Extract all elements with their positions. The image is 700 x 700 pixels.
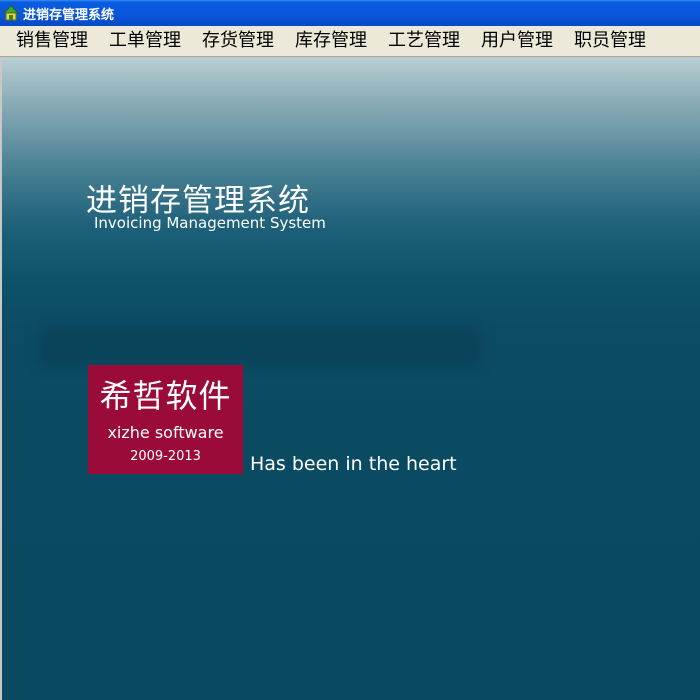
- menu-users[interactable]: 用户管理: [465, 26, 553, 56]
- decorative-shadow-band: [38, 325, 482, 365]
- home-icon: [3, 5, 19, 21]
- tagline: Has been in the heart: [250, 453, 457, 475]
- window-title: 进销存管理系统: [23, 7, 115, 23]
- menu-bar: 销售管理 工单管理 存货管理 库存管理 工艺管理 用户管理 职员管理: [0, 26, 700, 57]
- menu-inventory-items[interactable]: 存货管理: [186, 26, 274, 56]
- menu-stock[interactable]: 库存管理: [279, 26, 367, 56]
- menu-process[interactable]: 工艺管理: [372, 26, 460, 56]
- logo-english-name: xizhe software: [107, 423, 224, 442]
- logo-chinese-name: 希哲软件: [99, 377, 232, 415]
- title-bar[interactable]: 进销存管理系统: [0, 0, 700, 26]
- company-logo: 希哲软件 xizhe software 2009-2013: [88, 365, 243, 474]
- menu-work-orders[interactable]: 工单管理: [93, 26, 181, 56]
- app-window: 进销存管理系统 销售管理 工单管理 存货管理 库存管理 工艺管理 用户管理 职员…: [0, 0, 700, 700]
- menu-sales[interactable]: 销售管理: [0, 26, 88, 56]
- logo-years: 2009-2013: [130, 449, 201, 464]
- splash-panel: 进销存管理系统 Invoicing Management System 希哲软件…: [0, 57, 700, 700]
- splash-subtitle: Invoicing Management System: [94, 214, 326, 232]
- menu-staff[interactable]: 职员管理: [558, 26, 646, 56]
